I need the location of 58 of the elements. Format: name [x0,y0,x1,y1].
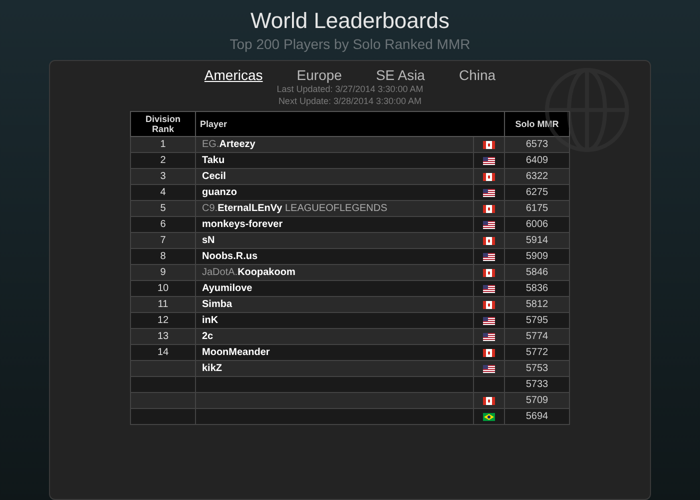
player-cell: EG.Arteezy [196,136,474,152]
mmr-cell: 6006 [504,216,570,232]
player-cell: Cecil [196,168,474,184]
player-cell: Simba [196,296,474,312]
rank-cell: 7 [130,232,196,248]
mmr-cell: 6275 [504,184,570,200]
mmr-cell: 5812 [504,296,570,312]
rank-cell: 1 [130,136,196,152]
rank-cell: 14 [130,344,196,360]
mmr-cell: 5753 [504,360,570,376]
player-cell: Taku [196,152,474,168]
player-cell: kikZ [196,360,474,376]
mmr-cell: 6409 [504,152,570,168]
rank-cell: 4 [130,184,196,200]
rank-cell: 8 [130,248,196,264]
mmr-cell: 5914 [504,232,570,248]
mmr-cell: 5733 [504,376,570,392]
mmr-cell: 6322 [504,168,570,184]
mmr-cell: 5795 [504,312,570,328]
column-header: Solo MMR [504,112,570,136]
player-cell: monkeys-forever [196,216,474,232]
rank-cell: 6 [130,216,196,232]
player-cell: C9.EternalLEnVy LEAGUEOFLEGENDS [196,200,474,216]
page-title: World Leaderboards [250,8,450,34]
update-time: Next Update: 3/28/2014 3:30:00 AM [278,95,422,107]
mmr-cell: 5772 [504,344,570,360]
rank-cell: 2 [130,152,196,168]
player-cell: Ayumilove [196,280,474,296]
page-subtitle: Top 200 Players by Solo Ranked MMR [230,36,470,52]
player-cell: guanzo [196,184,474,200]
column-header: Player [196,112,504,136]
player-cell: 2c [196,328,474,344]
region-tab[interactable]: Americas [204,67,263,83]
mmr-cell: 5846 [504,264,570,280]
region-tab[interactable]: Europe [296,67,342,83]
player-cell: inK [196,312,474,328]
rank-cell: 13 [130,328,196,344]
region-tab[interactable]: China [458,67,496,83]
rank-cell: 10 [130,280,196,296]
mmr-cell: 5694 [504,408,570,424]
mmr-cell: 5836 [504,280,570,296]
rank-cell: 11 [130,296,196,312]
rank-cell: 5 [130,200,196,216]
rank-cell: 3 [130,168,196,184]
column-header: Division Rank [130,112,196,136]
update-time: Last Updated: 3/27/2014 3:30:00 AM [276,83,424,95]
mmr-cell: 5774 [504,328,570,344]
region-tab[interactable]: SE Asia [376,67,425,83]
mmr-cell: 6175 [504,200,570,216]
player-cell: JaDotA.Koopakoom [196,264,474,280]
mmr-cell: 5909 [504,248,570,264]
player-cell: MoonMeander [196,344,474,360]
mmr-cell: 5709 [504,392,570,408]
rank-cell: 9 [130,264,196,280]
mmr-cell: 6573 [504,136,570,152]
rank-cell: 12 [130,312,196,328]
player-cell: Noobs.R.us [196,248,474,264]
player-cell: sN [196,232,474,248]
